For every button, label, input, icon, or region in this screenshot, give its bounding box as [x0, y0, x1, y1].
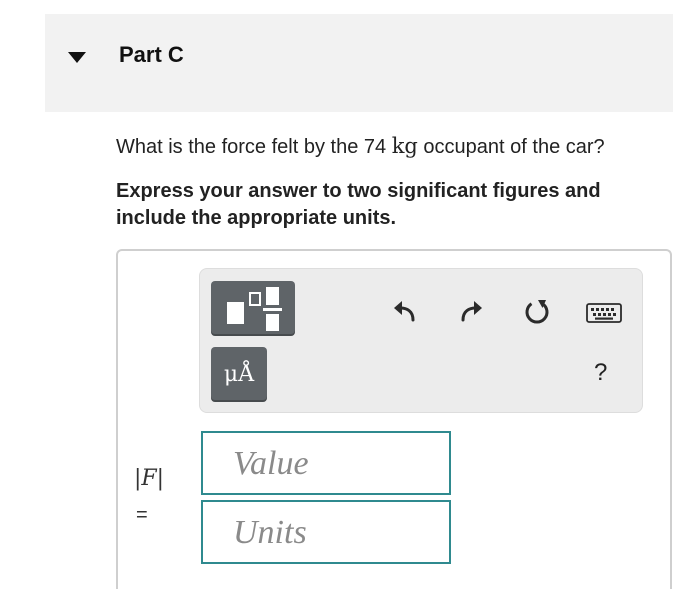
variable-label: |F|	[134, 466, 165, 491]
units-button[interactable]: μÅ	[211, 347, 267, 402]
part-header[interactable]: Part C	[45, 14, 673, 112]
templates-button[interactable]	[211, 281, 295, 336]
reset-icon[interactable]	[522, 297, 552, 327]
equals-sign: =	[136, 504, 148, 526]
answer-instruction: Express your answer to two significant f…	[116, 180, 601, 229]
caret-down-icon[interactable]	[68, 52, 86, 63]
units-input[interactable]: Units	[201, 500, 451, 564]
undo-icon[interactable]	[392, 299, 418, 323]
units-placeholder: Units	[233, 514, 307, 551]
value-input[interactable]: Value	[201, 431, 451, 495]
help-button[interactable]: ?	[594, 359, 607, 387]
question-unit: kg	[391, 134, 418, 158]
question-suffix: occupant of the car?	[417, 136, 605, 158]
value-placeholder: Value	[233, 445, 309, 482]
question-prefix: What is the force felt by the 74	[116, 136, 392, 158]
keyboard-icon[interactable]	[586, 303, 622, 323]
question-text: What is the force felt by the 74 kg occu…	[116, 134, 605, 159]
part-title: Part C	[119, 42, 184, 67]
redo-icon[interactable]	[458, 299, 484, 323]
math-toolbar: μÅ ?	[199, 268, 643, 413]
